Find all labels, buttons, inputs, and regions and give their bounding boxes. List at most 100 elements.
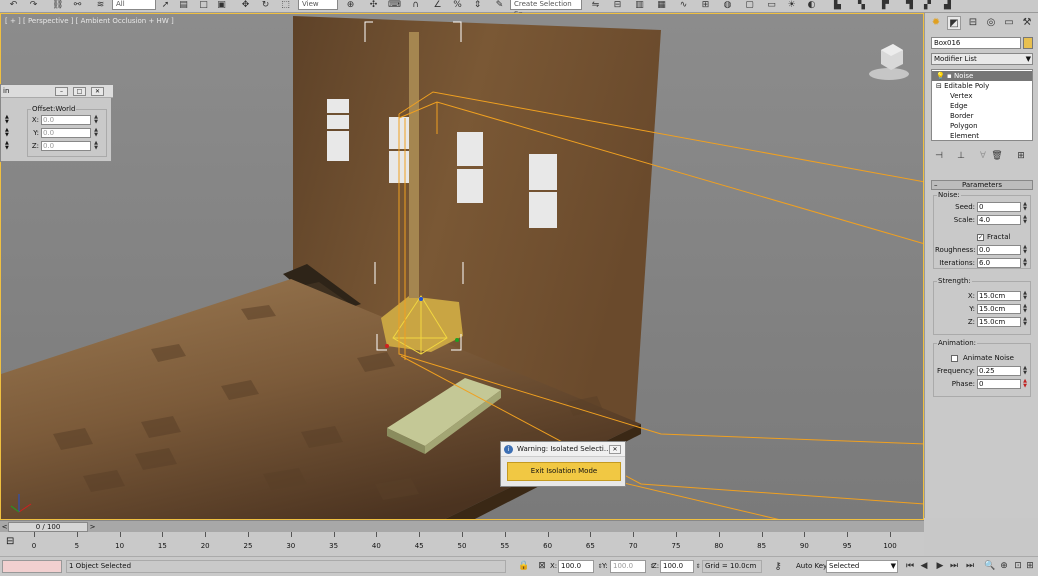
select-rotate-icon[interactable]: ↻ xyxy=(260,0,271,11)
object-name-field[interactable]: Box016 xyxy=(931,37,1021,49)
configure-modifier-sets-icon[interactable]: ⊞ xyxy=(1015,150,1027,162)
strength-z-spinner[interactable]: ▲ ▼ xyxy=(1022,317,1028,327)
pin-stack-icon[interactable]: ⊣ xyxy=(933,150,945,162)
display-tab-icon[interactable]: ▭ xyxy=(1002,16,1016,30)
remove-modifier-icon[interactable]: 🗑 xyxy=(991,150,1003,162)
warning-close-button[interactable]: ✕ xyxy=(609,445,621,454)
maxscript-listener[interactable] xyxy=(2,560,62,573)
coord-x-field[interactable]: 100.0 xyxy=(558,560,594,573)
zoom-icon[interactable]: 🔍 xyxy=(984,560,996,573)
select-scale-icon[interactable]: ⬚ xyxy=(280,0,291,11)
strength-z-field[interactable]: 15.0cm xyxy=(977,317,1021,327)
time-slider-thumb[interactable]: 0 / 100 xyxy=(8,522,88,532)
motion-tab-icon[interactable]: ◎ xyxy=(984,16,998,30)
roughness-spinner[interactable]: ▲ ▼ xyxy=(1022,245,1028,255)
seed-spinner[interactable]: ▲ ▼ xyxy=(1022,202,1028,212)
absolute-x-spinner[interactable]: ▲ ▼ xyxy=(5,115,9,125)
frequency-spinner[interactable]: ▲ ▼ xyxy=(1022,366,1028,376)
toolbar-tool-a-icon[interactable]: ▜ xyxy=(904,0,915,11)
key-filter-dropdown[interactable]: Selected ▼ xyxy=(826,560,898,573)
stack-item-editable-poly[interactable]: ⊟ Editable Poly xyxy=(932,81,1032,91)
warning-dialog-titlebar[interactable]: i Warning: Isolated Selecti... ✕ xyxy=(501,442,625,457)
selection-filter-dropdown[interactable]: All xyxy=(112,0,156,10)
modifier-list-dropdown[interactable]: Modifier List ▼ xyxy=(931,53,1033,65)
next-frame-icon[interactable]: ⏭ xyxy=(948,560,960,573)
unlink-icon[interactable]: ⚯ xyxy=(72,0,83,11)
stack-item-edge[interactable]: Edge xyxy=(932,101,1032,111)
phase-field[interactable]: 0 xyxy=(977,379,1021,389)
make-unique-icon[interactable]: ∀ xyxy=(977,150,989,162)
named-selection-sets-field[interactable]: Create Selection Se xyxy=(510,0,582,18)
previous-frame-icon[interactable]: ◀ xyxy=(918,560,930,573)
keyboard-shortcut-icon[interactable]: ⌨ xyxy=(388,0,401,11)
maximize-button[interactable]: □ xyxy=(73,87,86,96)
maximize-viewport-icon[interactable]: ⊞ xyxy=(1024,560,1036,573)
create-tab-icon[interactable]: ✹ xyxy=(929,16,943,30)
utilities-tab-icon[interactable]: ⚒ xyxy=(1020,16,1034,30)
render-iterative-icon[interactable]: ◐ xyxy=(806,0,817,11)
floating-panel-titlebar[interactable]: in – □ ✕ xyxy=(1,85,113,98)
go-to-start-icon[interactable]: ⏮ xyxy=(904,560,916,573)
absolute-z-spinner[interactable]: ▲ ▼ xyxy=(5,141,9,151)
select-move-icon[interactable]: ✥ xyxy=(240,0,251,11)
reference-coordinate-dropdown[interactable]: View xyxy=(298,0,338,10)
rectangular-selection-icon[interactable]: □ xyxy=(198,0,209,11)
coord-y-field[interactable]: 100.0 xyxy=(610,560,646,573)
track-bar[interactable]: ⊟ 0 5 10 15 20 25 30 35 40 45 50 55 60 65 70 75 80 85 90 95… xyxy=(0,532,924,556)
go-to-end-icon[interactable]: ⏭ xyxy=(964,560,976,573)
strength-x-field[interactable]: 15.0cm xyxy=(977,291,1021,301)
offset-y-field[interactable]: 0.0 xyxy=(41,128,91,138)
align-icon[interactable]: ⊟ xyxy=(612,0,623,11)
bind-space-warp-icon[interactable]: ≋ xyxy=(95,0,106,11)
fractal-checkbox[interactable]: ✓ xyxy=(977,234,984,241)
select-manipulate-icon[interactable]: ✣ xyxy=(368,0,379,11)
rendered-frame-window-icon[interactable]: ▭ xyxy=(766,0,777,11)
iterations-field[interactable]: 6.0 xyxy=(977,258,1021,268)
show-end-result-icon[interactable]: ⊥ xyxy=(955,150,967,162)
layer-manager-icon[interactable]: ▥ xyxy=(634,0,645,11)
roughness-field[interactable]: 0.0 xyxy=(977,245,1021,255)
toolbar-tool-b-icon[interactable]: ▞ xyxy=(922,0,933,11)
coord-z-field[interactable]: 100.0 xyxy=(660,560,694,573)
stack-item-border[interactable]: Border xyxy=(932,111,1032,121)
zoom-extents-icon[interactable]: ⊡ xyxy=(1012,560,1024,573)
render-setup-icon[interactable]: ▢ xyxy=(744,0,755,11)
parameters-rollout-header[interactable]: – Parameters xyxy=(931,180,1033,190)
window-crossing-icon[interactable]: ▣ xyxy=(216,0,227,11)
undo-icon[interactable]: ↶ xyxy=(8,0,19,11)
key-icon[interactable]: ⚷ xyxy=(772,560,784,573)
curve-editor-icon[interactable]: ∿ xyxy=(678,0,689,11)
lightbulb-icon[interactable]: 💡 xyxy=(936,72,945,80)
toolbar-tool-c-icon[interactable]: ▟ xyxy=(942,0,953,11)
redo-icon[interactable]: ↷ xyxy=(28,0,39,11)
material-editor-icon[interactable]: ◍ xyxy=(722,0,733,11)
toolbar-extra-icon[interactable]: ▛ xyxy=(880,0,891,11)
toggle-ribbon-icon[interactable]: ▦ xyxy=(656,0,667,11)
object-color-swatch[interactable] xyxy=(1023,37,1033,49)
offset-y-spinner[interactable]: ▲ ▼ xyxy=(93,128,99,138)
stack-item-polygon[interactable]: Polygon xyxy=(932,121,1032,131)
time-slider-next-arrow[interactable]: > xyxy=(88,522,97,532)
minimize-button[interactable]: – xyxy=(55,87,68,96)
link-icon[interactable]: ⛓ xyxy=(52,0,63,11)
toolbar-script-icon[interactable]: ▙ xyxy=(832,0,843,11)
mirror-icon[interactable]: ⇋ xyxy=(590,0,601,11)
render-production-icon[interactable]: ☀ xyxy=(786,0,797,11)
edit-named-selection-icon[interactable]: ✎ xyxy=(494,0,505,11)
play-icon[interactable]: ▶ xyxy=(934,560,946,573)
collapse-icon[interactable]: ⊟ xyxy=(936,82,942,90)
zoom-all-icon[interactable]: ⊕ xyxy=(998,560,1010,573)
auto-key-button[interactable]: Auto Key xyxy=(796,561,827,572)
offset-z-spinner[interactable]: ▲ ▼ xyxy=(93,141,99,151)
viewport-label[interactable]: [ + ] [ Perspective ] [ Ambient Occlusio… xyxy=(5,17,174,25)
seed-field[interactable]: 0 xyxy=(977,202,1021,212)
close-button[interactable]: ✕ xyxy=(91,87,104,96)
pivot-center-icon[interactable]: ⊕ xyxy=(345,0,356,11)
perspective-viewport[interactable]: [ + ] [ Perspective ] [ Ambient Occlusio… xyxy=(0,13,924,520)
snaps-toggle-icon[interactable]: ∩ xyxy=(410,0,421,11)
animate-noise-checkbox[interactable] xyxy=(951,355,958,362)
time-slider[interactable]: < 0 / 100 > xyxy=(0,520,924,532)
absolute-mode-icon[interactable]: ⊠ xyxy=(536,560,548,573)
mini-curve-editor-icon[interactable]: ⊟ xyxy=(6,536,14,547)
offset-x-field[interactable]: 0.0 xyxy=(41,115,91,125)
